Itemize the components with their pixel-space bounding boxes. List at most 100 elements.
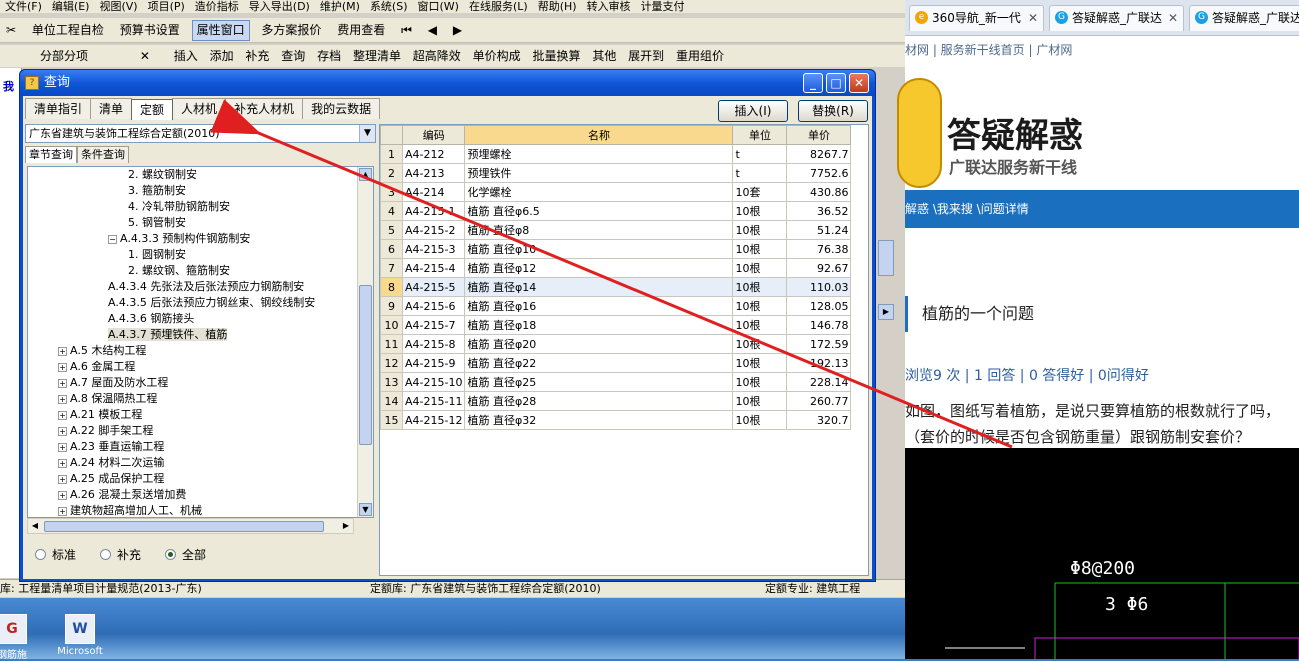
menu-cost-index[interactable]: 造价指标 (195, 0, 239, 13)
tree-node[interactable]: 3. 箍筋制安 (128, 183, 186, 199)
menu-import-export[interactable]: 导入导出(D) (249, 0, 310, 13)
expand-icon[interactable]: + (58, 490, 67, 500)
expand-icon[interactable]: + (58, 458, 67, 468)
expand-icon[interactable]: + (58, 362, 67, 372)
table-row[interactable]: 6 A4-215-3 植筋 直径φ10 10根 76.38 (380, 239, 852, 259)
tab-bill[interactable]: 清单 (90, 98, 133, 119)
expand-icon[interactable]: + (58, 426, 67, 436)
tree-node[interactable]: + A.7 屋面及防水工程 (58, 375, 168, 391)
tree-node[interactable]: + A.21 模板工程 (58, 407, 142, 423)
app-scrollbar-thumb[interactable] (878, 240, 894, 276)
tab-cloud-data[interactable]: 我的云数据 (302, 98, 381, 119)
tree-vertical-scrollbar[interactable]: ▲ ▼ (357, 167, 373, 517)
scissors-icon[interactable]: ✂ (2, 18, 20, 42)
radio-supplement[interactable]: 补充 (100, 546, 141, 564)
scroll-left-icon[interactable]: ◀ (28, 519, 42, 533)
app-scroll-right-icon[interactable]: ▶ (878, 304, 894, 320)
desktop-icon-rebar[interactable]: G 钢筋施 (0, 614, 42, 661)
minimize-icon[interactable]: _ (803, 73, 823, 93)
question-drawing-image[interactable]: Φ8@200 3 Φ6 (905, 448, 1299, 659)
tree-node[interactable]: A.4.3.5 后张法预应力钢丝束、钢绞线制安 (108, 295, 315, 311)
tab-supplement-labor-material[interactable]: 补充人材机 (225, 98, 304, 119)
menu-help[interactable]: 帮助(H) (538, 0, 577, 13)
table-row[interactable]: 12 A4-215-9 植筋 直径φ22 10根 192.13 (380, 353, 852, 373)
header-unit[interactable]: 单位 (732, 125, 788, 145)
table-row[interactable]: 15 A4-215-12 植筋 直径φ32 10根 320.7 (380, 410, 852, 430)
tree-node[interactable]: A.4.3.6 钢筋接头 (108, 311, 194, 327)
tb-other[interactable]: 其他 (588, 45, 620, 67)
tree-hscroll-thumb[interactable] (44, 521, 324, 532)
nav-first-icon[interactable]: ⏮ (397, 18, 416, 42)
menu-window[interactable]: 窗口(W) (418, 0, 459, 13)
unit-self-check-button[interactable]: 单位工程自检 (28, 18, 108, 42)
tb-height-reduce[interactable]: 超高降效 (409, 45, 465, 67)
tree-node[interactable]: 2. 螺纹钢制安 (128, 167, 197, 183)
tb-expand[interactable]: 展开到 (624, 45, 668, 67)
tree-scroll-thumb[interactable] (359, 285, 372, 445)
nav-prev-icon[interactable]: ◀ (424, 18, 441, 42)
table-row[interactable]: 11 A4-215-8 植筋 直径φ20 10根 172.59 (380, 334, 852, 354)
menu-file[interactable]: 文件(F) (5, 0, 42, 13)
collapse-icon[interactable]: − (108, 234, 117, 244)
menu-maintain[interactable]: 维护(M) (320, 0, 360, 13)
browser-tab-qa-2[interactable]: G 答疑解惑_广联达 (1189, 5, 1299, 31)
tb-add[interactable]: 添加 (206, 45, 238, 67)
breadcrumb[interactable]: 解惑 \我来搜 \问题详情 (905, 190, 1299, 228)
tree-node[interactable]: 4. 冷轧带肋钢筋制安 (128, 199, 230, 215)
menu-edit[interactable]: 编辑(E) (52, 0, 90, 13)
header-name[interactable]: 名称 (464, 125, 734, 145)
close-icon[interactable]: ✕ (849, 73, 869, 93)
tree-node[interactable]: 5. 钢管制安 (128, 215, 186, 231)
header-code[interactable]: 编码 (401, 125, 466, 145)
browser-tab-nav[interactable]: e 360导航_新一代 ✕ (909, 5, 1044, 31)
scroll-up-icon[interactable]: ▲ (359, 168, 372, 181)
close-tab-icon[interactable]: ✕ (1028, 6, 1038, 30)
dialog-title-bar[interactable]: ? 查询 _ □ ✕ (20, 70, 875, 96)
menu-system[interactable]: 系统(S) (370, 0, 408, 13)
tree-node[interactable]: + A.23 垂直运输工程 (58, 439, 164, 455)
section-tab-label[interactable]: 分部分项 (36, 45, 92, 67)
tree-node[interactable]: + A.24 材料二次运输 (58, 455, 164, 471)
tb-reuse[interactable]: 重用组价 (672, 45, 728, 67)
tab-bill-guide[interactable]: 清单指引 (25, 98, 92, 119)
table-row[interactable]: 5 A4-215-2 植筋 直径φ8 10根 51.24 (380, 220, 852, 240)
tree-node[interactable]: A.4.3.7 预埋铁件、植筋 (108, 327, 228, 343)
tree-node[interactable]: A.4.3.4 先张法及后张法预应力钢筋制安 (108, 279, 304, 295)
scroll-down-icon[interactable]: ▼ (359, 503, 372, 516)
menu-online[interactable]: 在线服务(L) (469, 0, 528, 13)
table-row[interactable]: 4 A4-215-1 植筋 直径φ6.5 10根 36.52 (380, 201, 852, 221)
tb-batch-convert[interactable]: 批量换算 (528, 45, 584, 67)
table-row[interactable]: 3 A4-214 化学螺栓 10套 430.86 (380, 182, 852, 202)
chevron-down-icon[interactable]: ▼ (359, 125, 375, 142)
desktop-icon-word[interactable]: W Microsoft (50, 614, 110, 657)
close-tab-icon[interactable]: ✕ (1168, 6, 1178, 30)
tb-supplement[interactable]: 补充 (241, 45, 273, 67)
tree-node[interactable]: 1. 圆钢制安 (128, 247, 186, 263)
budget-settings-button[interactable]: 预算书设置 (116, 18, 184, 42)
fee-view-button[interactable]: 费用查看 (333, 18, 389, 42)
tb-organize[interactable]: 整理清单 (349, 45, 405, 67)
tab-chapter-query[interactable]: 章节查询 (25, 146, 77, 163)
table-row[interactable]: 14 A4-215-11 植筋 直径φ28 10根 260.77 (380, 391, 852, 411)
close-section-icon[interactable]: ✕ (136, 45, 154, 67)
tab-quota[interactable]: 定额 (131, 99, 174, 120)
menu-project[interactable]: 项目(P) (148, 0, 185, 13)
expand-icon[interactable]: + (58, 442, 67, 452)
expand-icon[interactable]: + (58, 410, 67, 420)
radio-all[interactable]: 全部 (165, 546, 206, 564)
header-price[interactable]: 单价 (786, 125, 852, 145)
property-window-button[interactable]: 属性窗口 (191, 20, 250, 41)
tree-node[interactable]: − A.4.3.3 预制构件钢筋制安 (108, 231, 250, 247)
tb-query[interactable]: 查询 (277, 45, 309, 67)
tree-node[interactable]: + A.6 金属工程 (58, 359, 135, 375)
replace-button[interactable]: 替换(R) (798, 100, 868, 122)
tree-horizontal-scrollbar[interactable]: ◀ ▶ (27, 518, 354, 534)
insert-button[interactable]: 插入(I) (718, 100, 788, 122)
tree-node[interactable]: + A.25 成品保护工程 (58, 471, 164, 487)
table-row[interactable]: 9 A4-215-6 植筋 直径φ16 10根 128.05 (380, 296, 852, 316)
multi-plan-quote-button[interactable]: 多方案报价 (257, 18, 325, 42)
tree-node[interactable]: + 建筑物超高增加人工、机械 (58, 503, 202, 517)
browser-tab-qa-1[interactable]: G 答疑解惑_广联达 ✕ (1049, 5, 1184, 31)
menu-view[interactable]: 视图(V) (99, 0, 137, 13)
expand-icon[interactable]: + (58, 506, 67, 516)
